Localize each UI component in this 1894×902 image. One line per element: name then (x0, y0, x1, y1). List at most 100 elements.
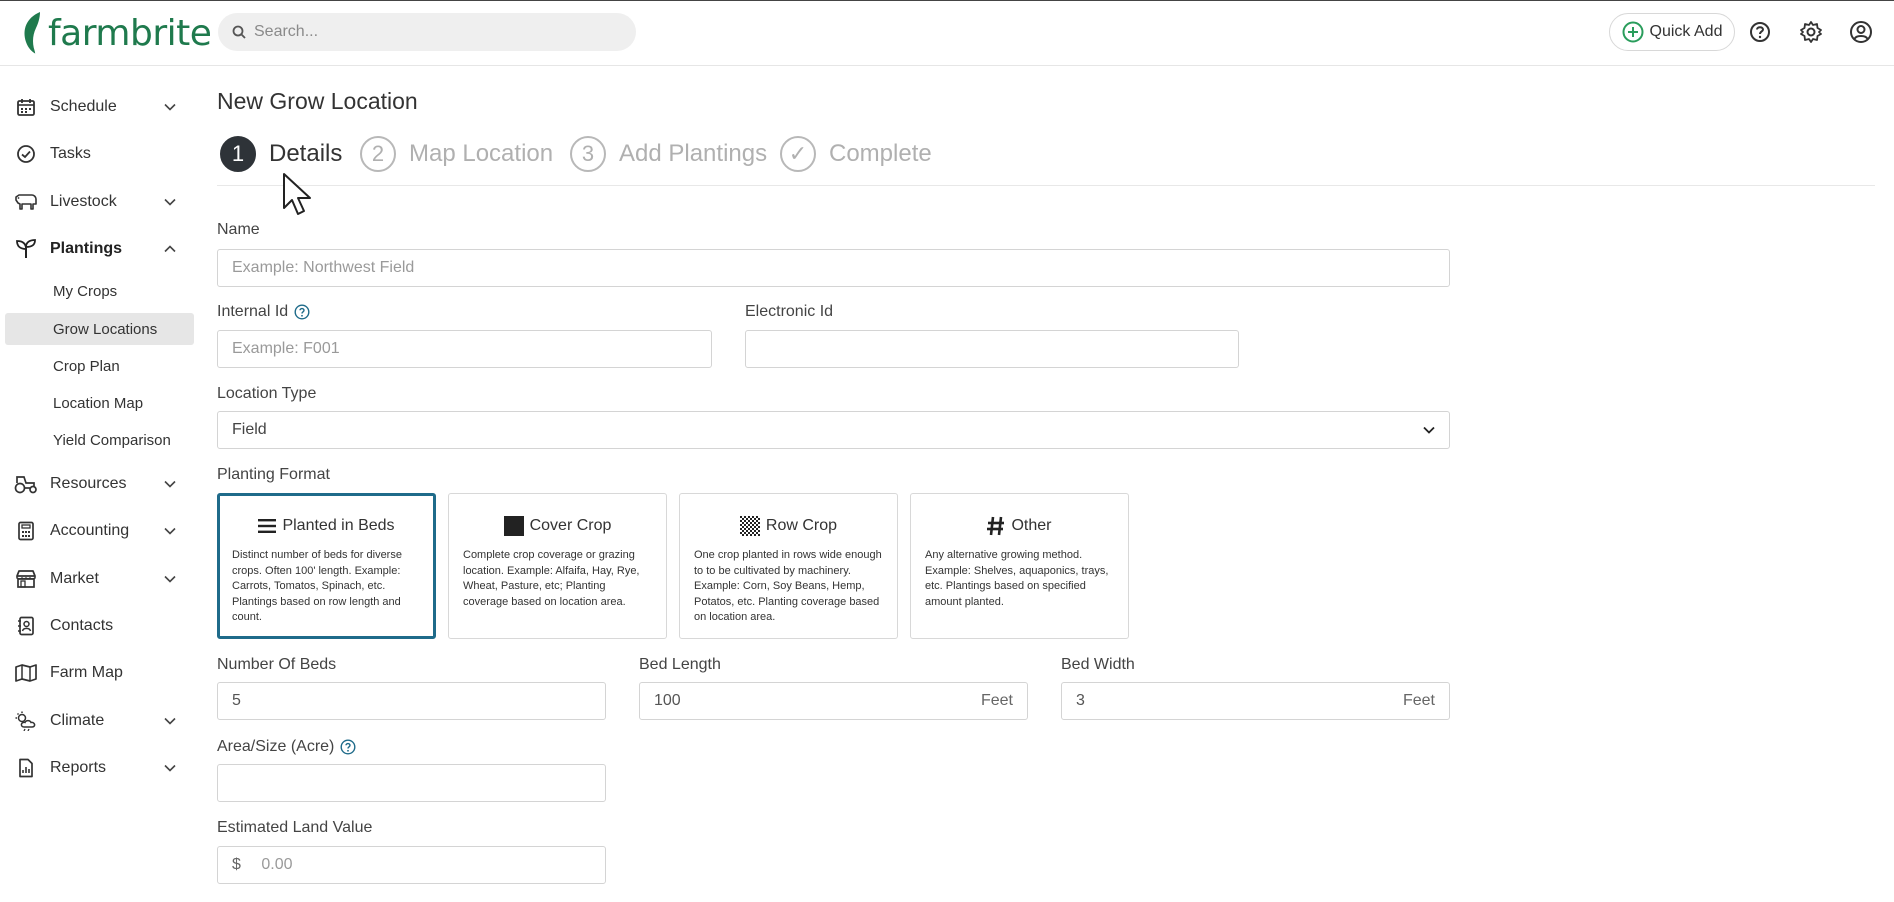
farmbrite-logo[interactable]: farmbrite (20, 9, 212, 57)
sidebar-item-label: Climate (50, 712, 105, 729)
sidebar-item-tasks[interactable]: Tasks (0, 134, 194, 174)
step-number: ✓ (780, 136, 816, 172)
sidebar-subitem-grow-locations[interactable]: Grow Locations (5, 313, 194, 345)
planting-format-row-crop-card[interactable]: Row Crop One crop planted in rows wide e… (679, 493, 898, 639)
bed-width-field[interactable]: Feet (1061, 682, 1450, 720)
sidebar-subitem-my-crops[interactable]: My Crops (5, 275, 194, 307)
number-of-beds-field[interactable] (217, 682, 606, 720)
number-of-beds-label: Number Of Beds (217, 656, 336, 674)
sidebar-item-schedule[interactable]: Schedule (0, 87, 194, 127)
bed-length-unit: Feet (980, 692, 1013, 709)
chevron-down-icon (162, 571, 178, 587)
sidebar-subitem-location-map[interactable]: Location Map (5, 387, 194, 419)
sidebar-item-market[interactable]: Market (0, 559, 194, 599)
location-type-value: Field (232, 421, 267, 438)
help-icon[interactable] (1746, 18, 1774, 46)
sidebar-subitem-label: My Crops (53, 282, 118, 300)
wizard-step-details[interactable]: 1 Details (220, 136, 342, 172)
land-value-label-text: Estimated Land Value (217, 819, 373, 836)
electronic-id-label: Electronic Id (745, 303, 833, 321)
sidebar-item-label: Livestock (50, 193, 117, 210)
planting-format-beds-card[interactable]: Planted in Beds Distinct number of beds … (217, 493, 436, 639)
name-field[interactable] (217, 249, 1450, 287)
bed-width-label: Bed Width (1061, 656, 1135, 674)
chevron-down-icon (162, 99, 178, 115)
sidebar-subitem-label: Location Map (53, 394, 144, 412)
plus-circle-icon (1622, 21, 1644, 43)
sidebar-item-label: Schedule (50, 98, 117, 115)
bed-width-label-text: Bed Width (1061, 656, 1135, 673)
wizard-step-complete[interactable]: ✓ Complete (780, 136, 932, 172)
sidebar-item-plantings[interactable]: Plantings (0, 229, 194, 269)
calendar-icon (14, 95, 38, 119)
sidebar-item-label: Contacts (50, 617, 114, 634)
sidebar-item-label: Resources (50, 475, 127, 492)
step-number: 3 (570, 136, 606, 172)
cloud-sun-icon (14, 709, 38, 733)
electronic-id-input[interactable] (760, 340, 1224, 358)
wizard-step-map-location[interactable]: 2 Map Location (360, 136, 553, 172)
question-circle-icon[interactable] (294, 304, 310, 320)
chevron-down-icon (1423, 426, 1435, 434)
bed-length-input[interactable] (654, 692, 981, 710)
sidebar-item-label: Tasks (50, 145, 91, 162)
sidebar-item-reports[interactable]: Reports (0, 748, 194, 788)
card-title: Row Crop (765, 517, 838, 534)
sprout-icon (14, 237, 38, 261)
number-of-beds-input[interactable] (232, 692, 591, 710)
sidebar-item-climate[interactable]: Climate (0, 701, 194, 741)
search-icon (232, 25, 246, 39)
sidebar-item-label: Farm Map (50, 664, 123, 681)
name-input[interactable] (232, 259, 1435, 277)
name-label: Name (217, 221, 260, 239)
card-title: Other (1011, 517, 1052, 534)
search-input[interactable] (254, 23, 614, 41)
area-size-input[interactable] (232, 774, 591, 792)
top-header: farmbrite Quick Add (0, 0, 1894, 66)
internal-id-field[interactable] (217, 330, 712, 368)
step-label: Add Plantings (619, 140, 768, 167)
sidebar-subitem-label: Grow Locations (53, 320, 158, 338)
internal-id-label-text: Internal Id (217, 303, 289, 320)
card-description: Complete crop coverage or grazing locati… (463, 549, 640, 608)
planting-format-other-card[interactable]: Other Any alternative growing method. Ex… (910, 493, 1129, 639)
sidebar-item-resources[interactable]: Resources (0, 464, 194, 504)
quick-add-button[interactable]: Quick Add (1609, 13, 1735, 51)
card-description: Any alternative growing method. Example:… (925, 549, 1109, 608)
question-circle-icon[interactable] (340, 739, 356, 755)
chevron-down-icon (162, 194, 178, 210)
gear-icon[interactable] (1797, 18, 1825, 46)
sidebar-subitem-yield-comparison[interactable]: Yield Comparison (5, 424, 194, 456)
step-label: Details (269, 140, 343, 167)
area-size-field[interactable] (217, 764, 606, 802)
planting-format-label-text: Planting Format (217, 466, 330, 483)
cow-icon (14, 190, 38, 214)
area-size-label: Area/Size (Acre) (217, 738, 356, 756)
electronic-id-field[interactable] (745, 330, 1239, 368)
wizard-step-add-plantings[interactable]: 3 Add Plantings (570, 136, 767, 172)
location-type-select[interactable]: Field (217, 411, 1450, 449)
sidebar-item-contacts[interactable]: Contacts (0, 606, 194, 646)
internal-id-input[interactable] (232, 340, 697, 358)
planting-format-cover-crop-card[interactable]: Cover Crop Complete crop coverage or gra… (448, 493, 667, 639)
sidebar-item-label: Market (50, 570, 99, 587)
sidebar-subitem-crop-plan[interactable]: Crop Plan (5, 350, 194, 382)
sidebar-subitem-label: Crop Plan (53, 357, 120, 375)
user-icon[interactable] (1847, 18, 1875, 46)
search-bar[interactable] (218, 13, 636, 51)
bed-width-input[interactable] (1076, 692, 1403, 710)
land-value-input[interactable] (261, 856, 591, 874)
sidebar-subitem-label: Yield Comparison (53, 431, 171, 449)
sidebar-item-farm-map[interactable]: Farm Map (0, 653, 194, 693)
card-title: Planted in Beds (282, 517, 395, 534)
sidebar: Schedule Tasks Livestock Plantings My Cr… (0, 66, 200, 902)
mouse-cursor-icon (283, 173, 311, 215)
name-label-text: Name (217, 221, 260, 238)
step-number: 1 (220, 136, 256, 172)
land-value-label: Estimated Land Value (217, 819, 372, 837)
sidebar-item-accounting[interactable]: Accounting (0, 511, 194, 551)
bed-length-field[interactable]: Feet (639, 682, 1028, 720)
sidebar-item-livestock[interactable]: Livestock (0, 182, 194, 222)
chevron-down-icon (162, 523, 178, 539)
land-value-field[interactable]: $ (217, 846, 606, 884)
